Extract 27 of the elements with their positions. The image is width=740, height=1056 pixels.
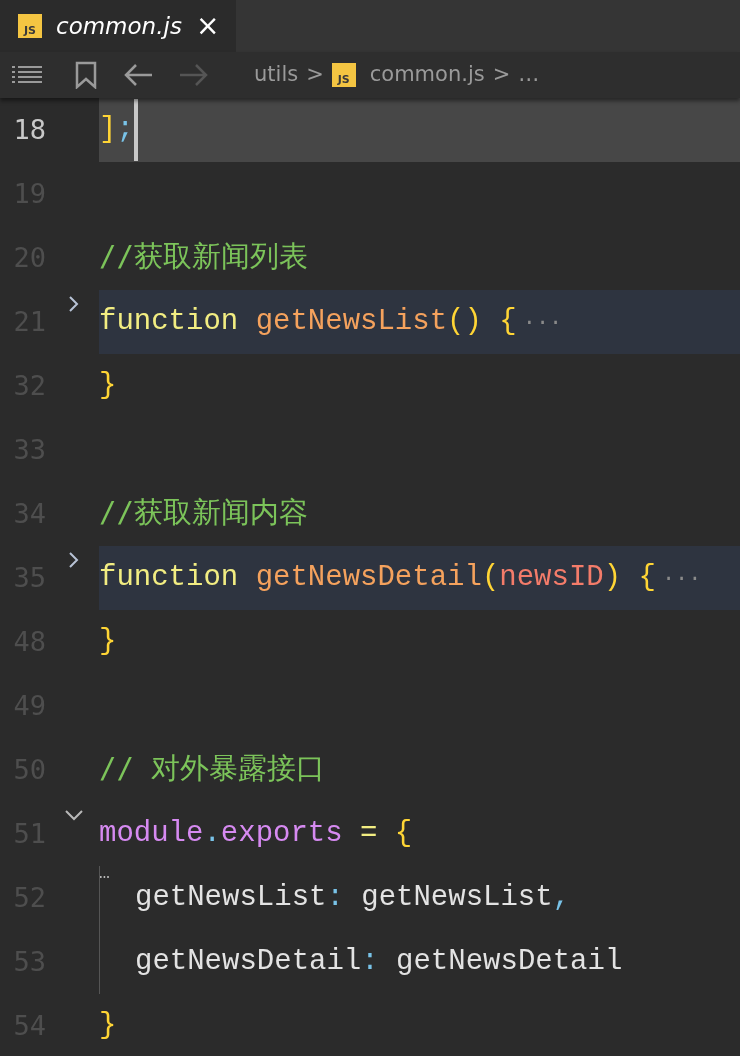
code-line: } (99, 368, 117, 405)
code-line: getNewsList: getNewsList, (135, 880, 571, 917)
code-line: ]; (99, 112, 134, 149)
code-line: } (99, 1008, 117, 1045)
code-comment: //获取新闻内容 (99, 494, 308, 532)
inline-hint: … (99, 864, 110, 882)
js-file-icon: JS (18, 14, 42, 38)
breadcrumb-item[interactable]: utils (254, 59, 299, 91)
text-cursor (133, 99, 138, 161)
close-icon[interactable]: × (195, 12, 220, 40)
breadcrumb-separator: > (306, 61, 324, 89)
back-arrow-icon[interactable] (122, 63, 154, 87)
code-line: function getNewsList() { ··· (99, 304, 563, 341)
code-line: getNewsDetail: getNewsDetail (135, 944, 623, 981)
code-comment: // 对外暴露接口 (99, 750, 326, 788)
code-line: module.exports = { (99, 816, 413, 853)
tab-title: common.js (56, 11, 182, 41)
code-comment: //获取新闻列表 (99, 238, 308, 276)
breadcrumb-separator: > (492, 61, 511, 89)
bookmark-icon[interactable] (74, 61, 98, 89)
code-line: function getNewsDetail(newsID) { ··· (99, 560, 702, 597)
line-number: 18 (12, 112, 46, 147)
editor-tab[interactable]: JS common.js × (0, 0, 236, 52)
breadcrumb-item[interactable]: common.js (369, 59, 485, 91)
js-file-icon: JS (331, 63, 356, 87)
breadcrumb-more[interactable]: … (518, 59, 540, 91)
code-line: } (99, 624, 117, 661)
